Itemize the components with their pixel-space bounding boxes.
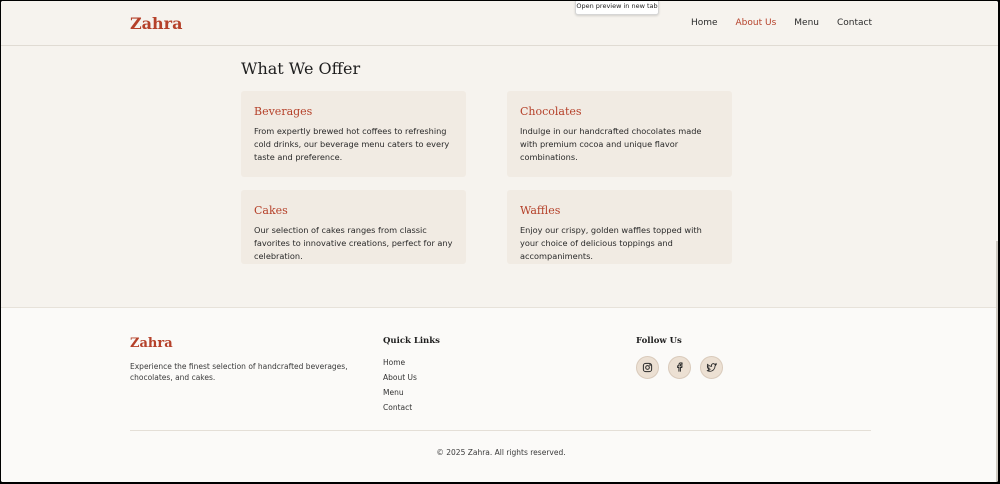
card-text: Indulge in our handcrafted chocolates ma… <box>520 126 702 162</box>
footer-logo: Zahra <box>130 336 173 351</box>
page: Zahra Home About Us Menu Contact Open pr… <box>1 1 998 482</box>
site-logo[interactable]: Zahra <box>130 14 182 33</box>
site-header: Zahra Home About Us Menu Contact <box>1 1 998 46</box>
open-preview-tooltip[interactable]: Open preview in new tab <box>575 1 659 15</box>
offer-card-beverages: Beverages From expertly brewed hot coffe… <box>241 91 466 177</box>
follow-us-heading: Follow Us <box>636 336 682 346</box>
twitter-icon[interactable] <box>700 356 723 379</box>
social-links <box>636 356 723 379</box>
offer-card-chocolates: Chocolates Indulge in our handcrafted ch… <box>507 91 732 177</box>
nav-about-us[interactable]: About Us <box>736 18 777 28</box>
main-nav: Home About Us Menu Contact <box>691 18 872 28</box>
nav-home[interactable]: Home <box>691 18 718 28</box>
section-title: What We Offer <box>241 59 361 78</box>
footer-link-contact[interactable]: Contact <box>383 402 417 417</box>
scrollbar[interactable] <box>996 241 998 482</box>
offer-card-waffles: Waffles Enjoy our crispy, golden waffles… <box>507 190 732 264</box>
footer-description: Experience the finest selection of handc… <box>130 362 348 382</box>
card-text: Our selection of cakes ranges from class… <box>254 225 453 261</box>
card-title: Cakes <box>254 204 288 217</box>
card-text: From expertly brewed hot coffees to refr… <box>254 126 450 162</box>
instagram-icon[interactable] <box>636 356 659 379</box>
nav-contact[interactable]: Contact <box>837 18 872 28</box>
offer-card-cakes: Cakes Our selection of cakes ranges from… <box>241 190 466 264</box>
quick-links-heading: Quick Links <box>383 336 440 346</box>
card-title: Chocolates <box>520 105 582 118</box>
copyright-text: © 2025 Zahra. All rights reserved. <box>436 448 566 457</box>
quick-links-list: Home About Us Menu Contact <box>383 357 417 417</box>
site-footer: Zahra Experience the finest selection of… <box>1 307 998 482</box>
footer-divider <box>130 430 871 431</box>
footer-link-menu[interactable]: Menu <box>383 387 417 402</box>
footer-link-about-us[interactable]: About Us <box>383 372 417 387</box>
card-title: Waffles <box>520 204 561 217</box>
footer-link-home[interactable]: Home <box>383 357 417 372</box>
nav-menu[interactable]: Menu <box>794 18 819 28</box>
card-title: Beverages <box>254 105 313 118</box>
card-text: Enjoy our crispy, golden waffles topped … <box>520 225 702 261</box>
facebook-icon[interactable] <box>668 356 691 379</box>
